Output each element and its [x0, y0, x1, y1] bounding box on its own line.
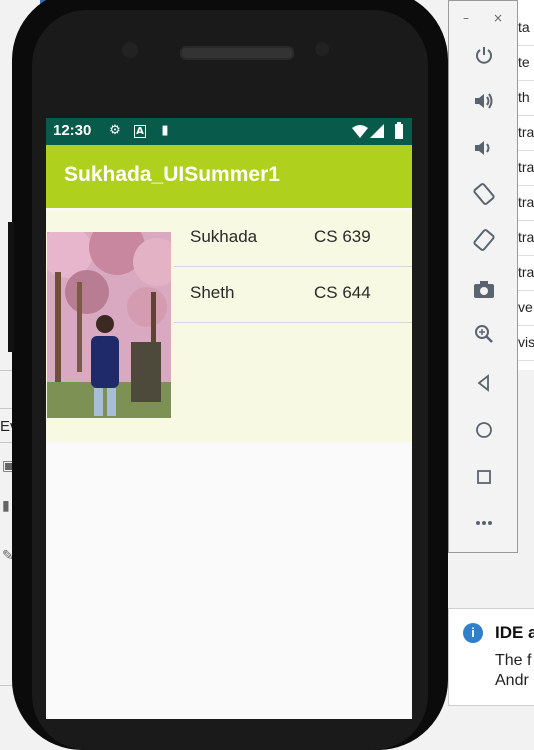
status-bar: 12:30 ⚙ A ▮ — [46, 118, 412, 145]
list-item[interactable]: tra — [518, 220, 534, 256]
app-title: Sukhada_UISummer1 — [64, 163, 280, 186]
info-icon: i — [463, 623, 483, 643]
gear-icon: ⚙ — [109, 123, 121, 138]
more-icon[interactable] — [469, 511, 499, 541]
list-item[interactable]: tra — [518, 150, 534, 186]
name-cell: Sukhada — [190, 227, 258, 246]
overview-icon[interactable] — [469, 465, 499, 495]
power-icon[interactable] — [469, 43, 499, 73]
ide-notification[interactable]: i IDE a The f Andr — [448, 608, 534, 706]
list-item[interactable]: tra — [518, 255, 534, 291]
emulator-toolbar: – × — [448, 0, 518, 553]
camera-icon[interactable] — [469, 277, 499, 307]
profile-photo — [47, 232, 171, 418]
notification-line: The f — [495, 652, 532, 669]
notification-line: Andr — [495, 672, 529, 689]
battery-icon — [395, 122, 403, 139]
signal-icon — [370, 124, 384, 138]
volume-down-icon[interactable] — [469, 136, 499, 166]
back-icon[interactable] — [469, 371, 499, 401]
course-cell: CS 644 — [314, 283, 371, 302]
list-item[interactable]: vis — [518, 325, 534, 361]
speaker-grille — [180, 46, 294, 60]
content-area: Sukhada CS 639 Sheth CS 644 — [46, 210, 412, 442]
list-item[interactable]: ve — [518, 290, 534, 326]
app-bar: Sukhada_UISummer1 — [46, 145, 412, 208]
course-cell: CS 639 — [314, 227, 371, 246]
front-camera — [315, 42, 329, 56]
close-icon[interactable]: × — [493, 11, 503, 25]
ide-right-panel: ta te th tra tra tra tra tra ve vis — [518, 0, 534, 370]
notification-title: IDE a — [495, 623, 534, 642]
zoom-icon[interactable] — [469, 323, 499, 353]
rotate-left-icon[interactable] — [469, 183, 499, 213]
minimize-icon[interactable]: – — [463, 11, 469, 25]
notification-body: The f Andr — [495, 651, 531, 691]
list-row[interactable]: Sheth CS 644 — [174, 266, 412, 323]
list-item[interactable]: tra — [518, 115, 534, 151]
list-item[interactable]: te — [518, 45, 534, 81]
name-cell: Sheth — [190, 283, 235, 302]
wifi-icon — [352, 125, 368, 138]
rotate-right-icon[interactable] — [469, 229, 499, 259]
home-icon[interactable] — [469, 418, 499, 448]
list-item[interactable]: th — [518, 80, 534, 116]
status-time: 12:30 — [53, 122, 92, 139]
list-row[interactable]: Sukhada CS 639 — [174, 210, 412, 267]
sd-card-icon: ▮ — [161, 123, 169, 138]
device-screen: 12:30 ⚙ A ▮ Sukhada_UISummer1 Sukhada CS… — [46, 118, 412, 719]
photo-image — [47, 232, 171, 418]
list-item[interactable]: ta — [518, 10, 534, 46]
list-item[interactable]: tra — [518, 185, 534, 221]
sensor — [122, 42, 138, 58]
a-icon: A — [134, 125, 146, 138]
side-button[interactable] — [8, 222, 14, 352]
volume-up-icon[interactable] — [469, 89, 499, 119]
